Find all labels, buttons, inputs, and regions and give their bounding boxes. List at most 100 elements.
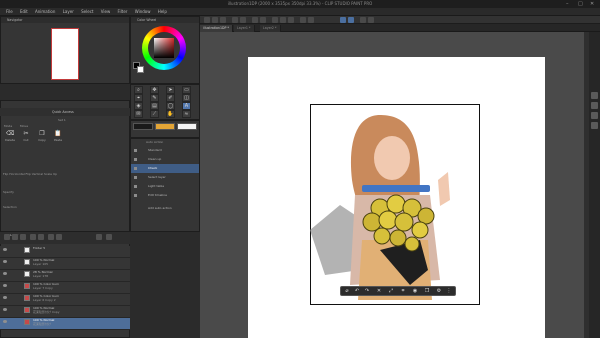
selection-label[interactable]: Selection xyxy=(3,205,17,209)
saturation-value-square[interactable] xyxy=(154,38,174,58)
save-icon[interactable] xyxy=(220,17,226,23)
eye-icon[interactable] xyxy=(3,260,7,263)
crop-icon[interactable]: ⌗ xyxy=(400,288,406,294)
color-swatch-dark[interactable] xyxy=(133,123,153,130)
clip-icon[interactable] xyxy=(38,234,44,240)
layer-row[interactable]: 100 % Normal 花束陰影付け xyxy=(0,318,130,330)
layer-row[interactable]: 100 % Normal Layer 105 xyxy=(0,258,130,270)
eye-icon[interactable] xyxy=(3,284,7,287)
menu-animation[interactable]: Animation xyxy=(35,8,55,16)
undo-icon[interactable]: ↶ xyxy=(354,288,360,294)
specify-label[interactable]: Specify xyxy=(3,190,14,194)
new-folder-icon[interactable] xyxy=(20,234,26,240)
menu-edit[interactable]: Edit xyxy=(20,8,28,16)
color-swatch-white[interactable] xyxy=(177,123,197,130)
menu-filter[interactable]: Filter xyxy=(118,8,128,16)
minimize-icon[interactable]: – xyxy=(566,1,569,7)
quick-access-tab[interactable]: Quick Access xyxy=(0,108,130,116)
material-icon[interactable] xyxy=(591,112,598,119)
selection-icon[interactable]: ▭ xyxy=(182,86,191,94)
color-swatch-gold[interactable] xyxy=(155,123,175,130)
mask-icon[interactable] xyxy=(30,234,36,240)
eye-icon[interactable] xyxy=(3,296,7,299)
auto-action-row[interactable]: Clean up xyxy=(131,155,199,164)
layer-row[interactable]: 100 % Color burn Layer 6 Copy 2 xyxy=(0,294,130,306)
menu-help[interactable]: Help xyxy=(158,8,167,16)
fill-icon[interactable]: ◉ xyxy=(412,288,418,294)
eyedropper-icon[interactable]: ⌖ xyxy=(134,94,143,102)
fill-icon[interactable]: ◈ xyxy=(134,102,143,110)
pen-icon[interactable]: ✎ xyxy=(150,94,159,102)
eye-icon[interactable] xyxy=(3,320,7,323)
figure-icon[interactable]: ◯ xyxy=(166,102,175,110)
open-icon[interactable] xyxy=(212,17,218,23)
doc-tab-layer1[interactable]: Layer1 * xyxy=(234,25,255,32)
brush-icon[interactable]: ✐ xyxy=(166,94,175,102)
settings-icon[interactable] xyxy=(591,122,598,129)
more-icon[interactable]: ⋮ xyxy=(446,288,452,294)
cancel-icon[interactable]: ✕ xyxy=(376,288,382,294)
auto-action-row[interactable]: Select layer xyxy=(131,173,199,182)
operation-icon[interactable]: ➤ xyxy=(166,86,175,94)
new-vector-layer-icon[interactable] xyxy=(12,234,18,240)
auto-action-row[interactable]: Edit timeline xyxy=(131,191,199,200)
lock-icon[interactable] xyxy=(56,234,62,240)
undo-icon[interactable] xyxy=(232,17,238,23)
sub-color-swatch[interactable] xyxy=(137,66,144,73)
cloud-icon[interactable] xyxy=(368,17,374,23)
mode-icon-2[interactable] xyxy=(348,17,354,23)
text-icon[interactable]: A xyxy=(182,102,191,110)
new-raster-layer-icon[interactable] xyxy=(4,234,10,240)
reference-icon[interactable] xyxy=(48,234,54,240)
layer-row[interactable]: 100 % Color burn Layer 7 Copy xyxy=(0,282,130,294)
layer-row[interactable]: 100 % Normal 花束陰影付け Copy xyxy=(0,306,130,318)
blend-icon[interactable]: ≈ xyxy=(182,110,191,118)
ruler-icon[interactable]: ⟋ xyxy=(150,110,159,118)
mode-icon[interactable] xyxy=(340,17,346,23)
add-auto-action-button[interactable]: Add auto action xyxy=(131,204,199,213)
auto-action-row[interactable]: Check xyxy=(131,164,199,173)
menu-file[interactable]: File xyxy=(6,8,13,16)
camera-icon[interactable] xyxy=(591,92,598,99)
doc-tab-illustration[interactable]: illustration1DP * xyxy=(200,25,233,32)
invert-selection-icon[interactable] xyxy=(288,17,294,23)
redo-icon[interactable] xyxy=(240,17,246,23)
navigator-preview[interactable] xyxy=(51,28,79,80)
balloon-icon[interactable]: ✉ xyxy=(134,110,143,118)
eye-icon[interactable] xyxy=(3,308,7,311)
eye-icon[interactable] xyxy=(3,248,7,251)
delete-layer-icon[interactable] xyxy=(106,234,112,240)
auto-action-tab[interactable]: Auto Action xyxy=(146,140,163,144)
settings-icon[interactable]: ⚙ xyxy=(436,288,442,294)
snap-ruler-icon[interactable] xyxy=(308,17,314,23)
layer-row[interactable]: 28 % Normal Layer 178 xyxy=(0,270,130,282)
grid-icon[interactable] xyxy=(360,17,366,23)
doc-tab-layer2[interactable]: Layer2 * xyxy=(260,25,281,32)
snap-icon[interactable] xyxy=(300,17,306,23)
quick-access-set[interactable]: Set 1 xyxy=(58,118,66,122)
selection-launcher[interactable] xyxy=(362,185,430,192)
magnifier-icon[interactable]: ⌕ xyxy=(134,86,143,94)
lasso-icon[interactable]: ⌀ xyxy=(344,288,350,294)
transform-icon[interactable] xyxy=(272,17,278,23)
layer-row[interactable]: Folder 5 xyxy=(0,246,130,258)
redo-icon[interactable]: ↷ xyxy=(364,288,370,294)
eraser-icon[interactable]: ◫ xyxy=(182,94,191,102)
auto-action-row[interactable]: Light table xyxy=(131,182,199,191)
paste-button[interactable]: 📋 Paste xyxy=(48,130,68,143)
clear-icon[interactable] xyxy=(252,17,258,23)
auto-action-set[interactable]: Standard xyxy=(131,146,199,155)
menu-layer[interactable]: Layer xyxy=(63,8,74,16)
flip-scale-label[interactable]: Flip Horizontal Flip Vertical Scale Up xyxy=(3,172,57,176)
hand-icon[interactable]: ✋ xyxy=(166,110,175,118)
menu-window[interactable]: Window xyxy=(135,8,151,16)
transform-icon[interactable]: ⤢ xyxy=(388,288,394,294)
menu-select[interactable]: Select xyxy=(81,8,93,16)
move-icon[interactable]: ✥ xyxy=(150,86,159,94)
deselect-icon[interactable] xyxy=(280,17,286,23)
close-icon[interactable]: ✕ xyxy=(590,1,594,7)
new-icon[interactable] xyxy=(204,17,210,23)
3d-icon[interactable] xyxy=(591,102,598,109)
merge-icon[interactable] xyxy=(96,234,102,240)
menu-view[interactable]: View xyxy=(101,8,111,16)
